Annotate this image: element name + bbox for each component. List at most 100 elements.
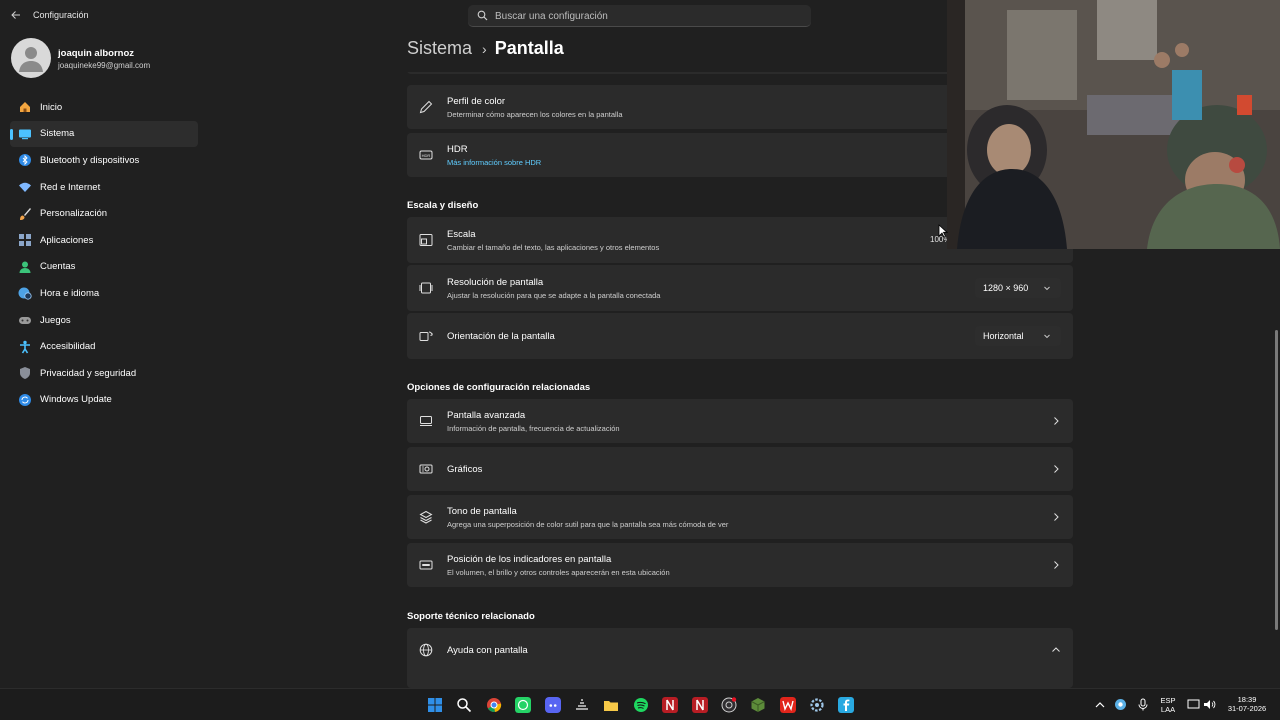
chevron-down-icon <box>1044 286 1050 291</box>
spotify-icon[interactable] <box>633 697 649 713</box>
bluetooth-icon <box>19 154 31 167</box>
settings-icon[interactable] <box>809 697 825 713</box>
sidebar-item-label: Windows Update <box>40 394 112 406</box>
globe-clock-icon <box>18 287 32 301</box>
keyboard-layout: LAA <box>1160 705 1176 714</box>
netflix-icon[interactable] <box>662 697 678 713</box>
section-heading: Escala y diseño <box>407 200 479 211</box>
display-help-card[interactable]: Ayuda con pantalla <box>407 628 1073 688</box>
screen-tone-card[interactable]: Tono de pantalla Agrega una superposició… <box>407 495 1073 539</box>
system-icon <box>19 129 31 140</box>
globe-icon <box>419 643 433 657</box>
sidebar-item-label: Cuentas <box>40 261 76 273</box>
resolution-dropdown[interactable]: 1280 × 960 <box>975 278 1061 298</box>
file-explorer-icon[interactable] <box>603 697 619 713</box>
sidebar-item-windows-update[interactable]: Windows Update <box>10 387 198 414</box>
sidebar-item-label: Red e Internet <box>40 181 101 193</box>
card-title: Escala <box>447 229 476 240</box>
search-icon[interactable] <box>456 697 472 713</box>
resolution-card[interactable]: Resolución de pantalla Ajustar la resolu… <box>407 265 1073 311</box>
sidebar-item-juegos[interactable]: Juegos <box>10 307 198 334</box>
sidebar-item-hora-idioma[interactable]: Hora e idioma <box>10 280 198 307</box>
orientation-value: Horizontal <box>983 331 1024 341</box>
clock-time: 18:39 <box>1237 695 1257 704</box>
webcam-overlay <box>947 0 1280 249</box>
sidebar-item-bluetooth[interactable]: Bluetooth y dispositivos <box>10 147 198 174</box>
card-title: Gráficos <box>447 464 483 475</box>
scrollbar[interactable] <box>1275 330 1278 630</box>
card-title: Pantalla avanzada <box>447 410 526 421</box>
chevron-right-icon <box>1054 513 1059 521</box>
breadcrumb: Sistema › Pantalla <box>407 38 564 59</box>
netflix-icon[interactable] <box>692 697 708 713</box>
sidebar-nav: Inicio Sistema Bluetooth y dispositivos … <box>10 94 198 413</box>
wps-icon[interactable] <box>780 697 796 713</box>
back-arrow-icon[interactable] <box>8 8 24 24</box>
search-box[interactable] <box>468 5 811 27</box>
card-description: Información de pantalla, frecuencia de a… <box>447 424 620 433</box>
language-code: ESP <box>1160 696 1176 705</box>
chevron-right-icon <box>1054 417 1059 425</box>
orientation-dropdown[interactable]: Horizontal <box>975 326 1061 346</box>
facebook-icon[interactable] <box>838 697 854 713</box>
orientation-card[interactable]: Orientación de la pantalla Horizontal <box>407 313 1073 359</box>
clock-date: 31-07-2026 <box>1227 704 1267 713</box>
chevron-down-icon <box>1044 334 1050 339</box>
language-indicator[interactable]: ESP LAA <box>1156 696 1180 714</box>
whatsapp-icon[interactable] <box>515 697 531 713</box>
graphics-card[interactable]: Gráficos <box>407 447 1073 491</box>
scale-icon <box>419 234 433 246</box>
obs-icon[interactable] <box>721 697 737 713</box>
sidebar-item-label: Inicio <box>40 101 63 113</box>
sidebar-item-privacidad[interactable]: Privacidad y seguridad <box>10 360 198 387</box>
sidebar-item-label: Privacidad y seguridad <box>40 367 137 379</box>
sidebar-item-personalizacion[interactable]: Personalización <box>10 200 198 227</box>
indicator-icon <box>419 560 433 570</box>
chevron-right-icon <box>1054 465 1059 473</box>
sidebar-item-red[interactable]: Red e Internet <box>10 174 198 201</box>
webcam-video-frame <box>947 0 1280 249</box>
chrome-icon[interactable] <box>486 697 502 713</box>
card-title: HDR <box>447 144 468 155</box>
app-icon[interactable] <box>574 697 590 713</box>
advanced-display-card[interactable]: Pantalla avanzada Información de pantall… <box>407 399 1073 443</box>
person-icon <box>19 261 31 273</box>
sidebar-item-inicio[interactable]: Inicio <box>10 94 198 121</box>
card-title: Ayuda con pantalla <box>447 645 528 656</box>
monitor-icon <box>420 416 432 426</box>
discord-icon[interactable] <box>545 697 561 713</box>
windows-start-icon[interactable] <box>427 697 443 713</box>
sidebar-item-cuentas[interactable]: Cuentas <box>10 254 198 281</box>
card-description: Agrega una superposición de color sutil … <box>447 520 729 529</box>
search-input[interactable] <box>495 5 795 27</box>
minecraft-icon[interactable] <box>750 697 766 713</box>
sidebar-item-sistema[interactable]: Sistema <box>10 120 198 148</box>
clock[interactable]: 18:39 31-07-2026 <box>1222 695 1272 713</box>
tray-app-icon[interactable] <box>1114 698 1127 711</box>
card-title: Perfil de color <box>447 96 506 107</box>
app-title: Configuración <box>33 10 89 20</box>
layers-icon <box>419 510 433 524</box>
hdr-icon: HDR <box>419 150 433 160</box>
chevron-up-icon[interactable] <box>1051 645 1061 655</box>
avatar[interactable] <box>11 38 51 78</box>
display-icon[interactable] <box>1187 698 1200 711</box>
section-heading: Opciones de configuración relacionadas <box>407 382 591 393</box>
sidebar-item-label: Hora e idioma <box>40 287 100 299</box>
indicator-position-card[interactable]: Posición de los indicadores en pantalla … <box>407 543 1073 587</box>
breadcrumb-separator: › <box>482 40 487 57</box>
volume-icon[interactable] <box>1203 698 1216 711</box>
profile-name: joaquin albornoz <box>58 48 134 59</box>
hdr-info-link[interactable]: Más información sobre HDR <box>447 158 541 167</box>
chevron-up-icon[interactable] <box>1094 699 1106 711</box>
update-icon <box>19 393 31 406</box>
sidebar-item-aplicaciones[interactable]: Aplicaciones <box>10 227 198 254</box>
home-icon <box>20 102 30 113</box>
taskbar: ESP LAA 18:39 31-07-2026 <box>0 688 1280 720</box>
graphics-icon <box>419 464 433 474</box>
microphone-icon[interactable] <box>1137 698 1149 711</box>
breadcrumb-parent[interactable]: Sistema <box>407 38 472 59</box>
sidebar-item-accesibilidad[interactable]: Accesibilidad <box>10 333 198 360</box>
sidebar-item-label: Juegos <box>40 314 71 326</box>
wifi-icon <box>19 182 31 193</box>
